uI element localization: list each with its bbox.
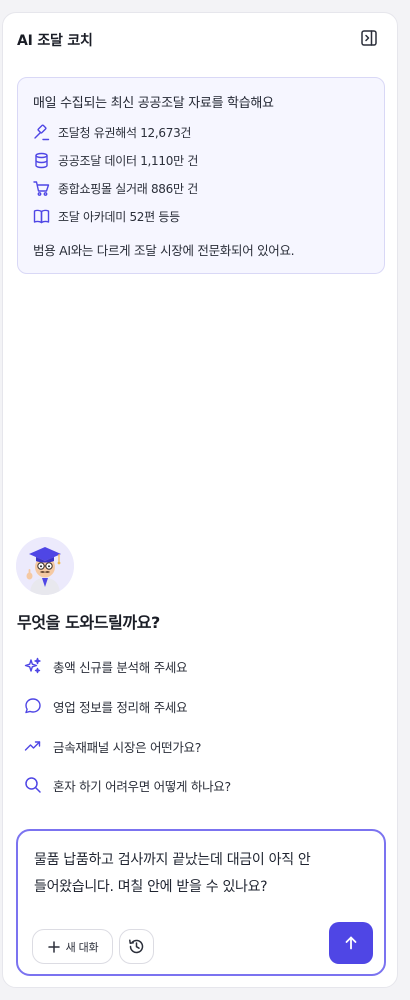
sparkles-icon	[23, 656, 43, 676]
data-source-info-card: 매일 수집되는 최신 공공조달 자료를 학습해요 조달청 유권해석 12,673…	[17, 77, 385, 274]
stat-text: 조달청 유권해석 12,673건	[58, 125, 192, 140]
stat-text: 종합쇼핑몰 실거래 886만 건	[58, 181, 198, 196]
panel-title: AI 조달 코치	[17, 33, 93, 49]
new-chat-label: 새 대화	[65, 940, 99, 954]
book-icon	[32, 207, 50, 225]
suggestion-text: 총액 신규를 분석해 주세요	[53, 659, 188, 675]
suggestion-analyze-total[interactable]: 총액 신규를 분석해 주세요	[17, 650, 347, 682]
suggestion-text: 영업 정보를 정리해 주세요	[53, 699, 188, 715]
stat-row-shopping-mall: 종합쇼핑몰 실거래 886만 건	[32, 178, 198, 198]
database-icon	[32, 151, 50, 169]
stat-text: 조달 아카데미 52편 등등	[58, 209, 180, 224]
ai-coach-panel: AI 조달 코치 매일 수집되는 최신 공공조달 자료를 학습해요 조달청 유권…	[2, 12, 398, 988]
stat-row-interpretations: 조달청 유권해석 12,673건	[32, 122, 191, 142]
history-button[interactable]	[119, 929, 154, 964]
stat-row-academy: 조달 아카데미 52편 등등	[32, 206, 180, 226]
send-button[interactable]	[329, 922, 373, 964]
coach-avatar	[16, 537, 74, 595]
stat-text: 공공조달 데이터 1,110만 건	[58, 153, 199, 168]
new-chat-button[interactable]: 새 대화	[32, 929, 113, 964]
panel-header: AI 조달 코치	[3, 13, 397, 65]
gavel-icon	[32, 123, 50, 141]
chat-bubble-icon	[23, 696, 43, 716]
trending-up-icon	[23, 736, 43, 756]
suggestion-text: 혼자 하기 어려우면 어떻게 하나요?	[53, 778, 231, 794]
plus-icon	[47, 940, 61, 954]
arrow-up-icon	[345, 936, 357, 950]
search-icon	[23, 775, 43, 795]
sidebar-collapse-button[interactable]	[359, 28, 379, 48]
history-icon	[129, 939, 144, 954]
message-input[interactable]: 물품 납품하고 검사까지 끝났는데 대금이 아직 안 들어왔습니다. 며칠 안에…	[34, 847, 370, 901]
suggestion-organize-sales[interactable]: 영업 정보를 정리해 주세요	[17, 690, 347, 722]
sidebar-collapse-icon	[361, 30, 377, 46]
suggestion-text: 금속재패널 시장은 어떤가요?	[53, 739, 202, 755]
stat-row-procurement-data: 공공조달 데이터 1,110만 건	[32, 150, 198, 170]
cart-icon	[32, 179, 50, 197]
message-composer[interactable]: 물품 납품하고 검사까지 끝났는데 대금이 아직 안 들어왔습니다. 며칠 안에…	[16, 829, 386, 976]
suggestion-get-help[interactable]: 혼자 하기 어려우면 어떻게 하나요?	[17, 769, 347, 801]
info-card-heading: 매일 수집되는 최신 공공조달 자료를 학습해요	[33, 96, 274, 111]
suggestion-metal-panel-market[interactable]: 금속재패널 시장은 어떤가요?	[17, 730, 347, 762]
greeting-heading: 무엇을 도와드릴까요?	[17, 613, 160, 632]
info-card-footer: 범용 AI와는 다르게 조달 시장에 전문화되어 있어요.	[33, 243, 295, 258]
